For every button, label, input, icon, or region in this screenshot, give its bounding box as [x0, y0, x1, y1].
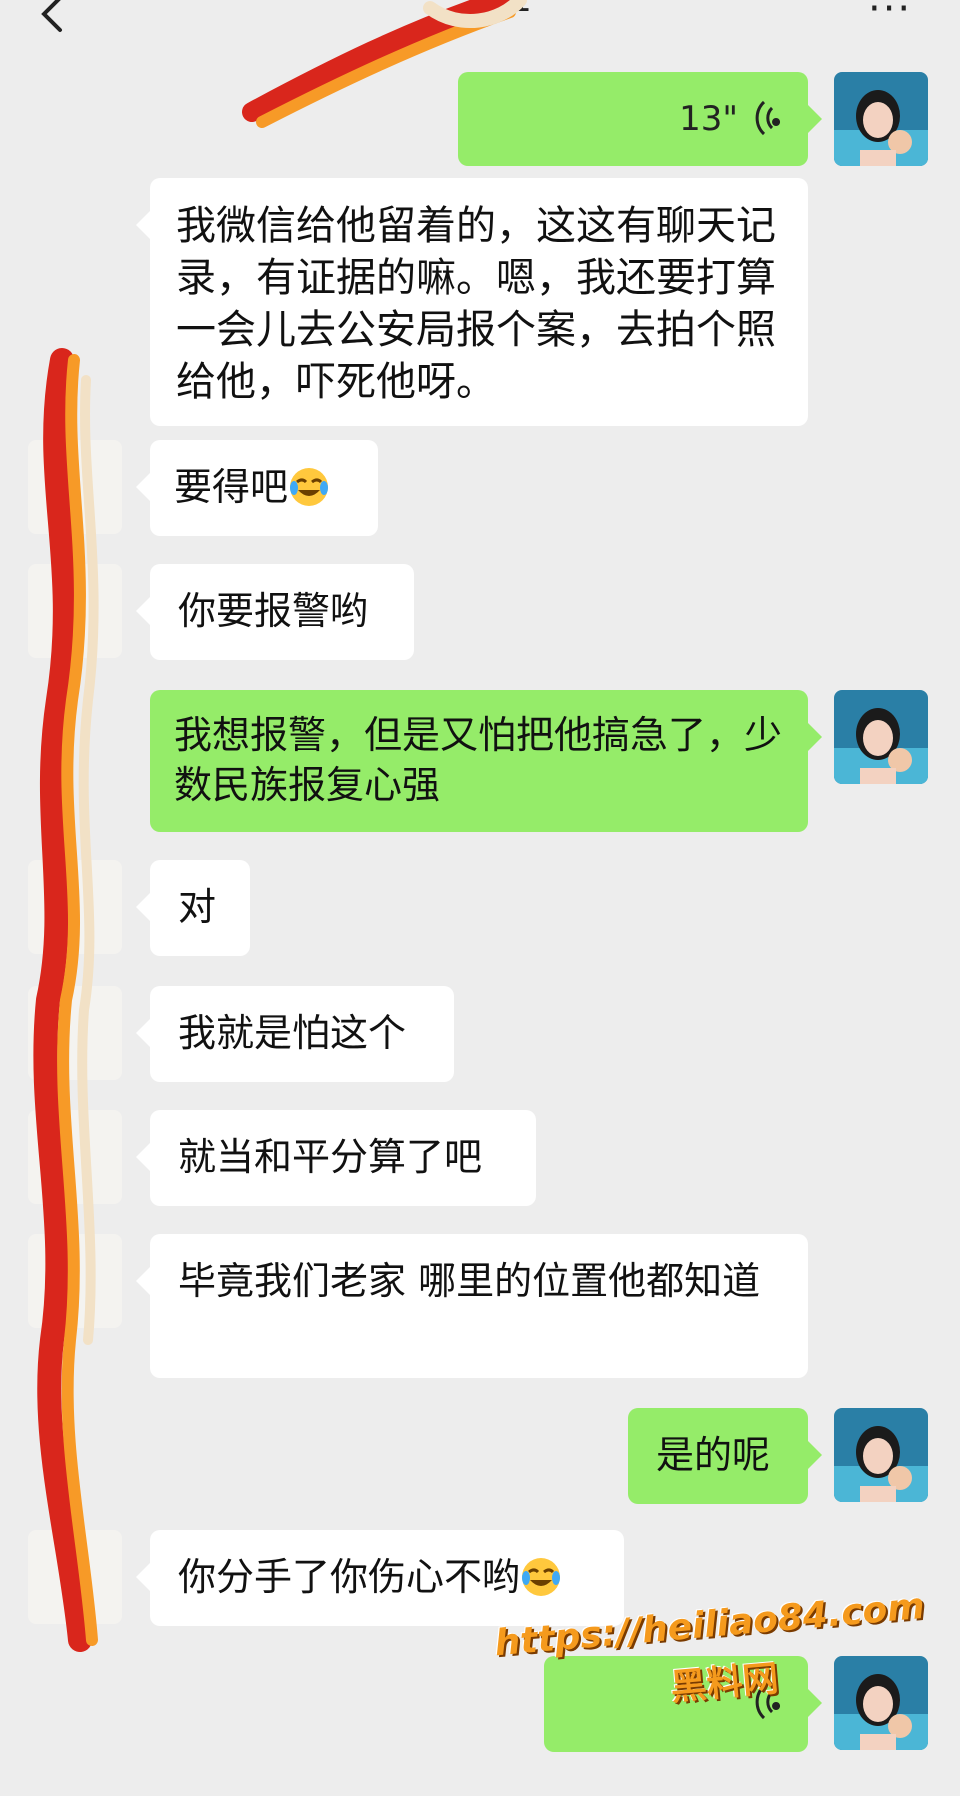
chat-header: 1 ···	[0, 0, 960, 66]
message-text: 对	[178, 885, 217, 929]
message-text: 要得吧	[174, 465, 289, 509]
voice-message-bubble[interactable]: 13"	[458, 72, 822, 166]
voice-wave-icon	[755, 1684, 781, 1720]
laughing-crying-emoji-icon	[290, 468, 329, 506]
contact-avatar[interactable]	[28, 1234, 122, 1328]
my-avatar[interactable]	[834, 1656, 928, 1750]
my-avatar[interactable]	[834, 690, 928, 784]
contact-avatar[interactable]	[28, 986, 122, 1080]
my-avatar[interactable]	[834, 72, 928, 166]
message-bubble[interactable]: 我微信给他留着的，这这有聊天记录，有证据的嘛。嗯，我还要打算一会儿去公安局报个案…	[136, 178, 808, 426]
contact-avatar[interactable]	[28, 440, 122, 534]
message-bubble[interactable]: 要得吧	[136, 440, 378, 536]
message-text: 你分手了你伤心不哟	[178, 1555, 521, 1599]
message-bubble[interactable]: 你分手了你伤心不哟	[136, 1530, 624, 1626]
my-avatar[interactable]	[834, 1408, 928, 1502]
chat-title: 1	[510, 0, 532, 20]
voice-duration: 13"	[679, 99, 738, 139]
contact-avatar[interactable]	[28, 1530, 122, 1624]
contact-avatar[interactable]	[28, 860, 122, 954]
voice-wave-icon	[755, 100, 781, 136]
message-bubble[interactable]: 我就是怕这个	[136, 986, 454, 1082]
message-text: 毕竟我们老家 哪里的位置他都知道	[178, 1259, 761, 1303]
contact-avatar[interactable]	[28, 1110, 122, 1204]
message-bubble[interactable]: 毕竟我们老家 哪里的位置他都知道	[136, 1234, 808, 1378]
voice-message-bubble[interactable]	[544, 1656, 822, 1752]
message-text: 是的呢	[656, 1433, 771, 1477]
message-text: 就当和平分算了吧	[178, 1135, 483, 1179]
message-text: 你要报警哟	[178, 589, 369, 633]
message-bubble[interactable]: 你要报警哟	[136, 564, 414, 660]
message-bubble[interactable]: 是的呢	[628, 1408, 822, 1504]
back-arrow-icon[interactable]	[36, 0, 70, 34]
message-text: 我微信给他留着的，这这有聊天记录，有证据的嘛。嗯，我还要打算一会儿去公安局报个案…	[176, 203, 776, 405]
message-text: 我就是怕这个	[178, 1011, 407, 1055]
laughing-crying-emoji-icon	[522, 1558, 561, 1596]
message-bubble[interactable]: 对	[136, 860, 250, 956]
more-options-icon[interactable]: ···	[868, 0, 912, 32]
contact-avatar[interactable]	[28, 564, 122, 658]
message-bubble[interactable]: 就当和平分算了吧	[136, 1110, 536, 1206]
message-text: 我想报警，但是又怕把他搞急了，少数民族报复心强	[174, 713, 783, 807]
message-bubble[interactable]: 我想报警，但是又怕把他搞急了，少数民族报复心强	[150, 690, 822, 832]
